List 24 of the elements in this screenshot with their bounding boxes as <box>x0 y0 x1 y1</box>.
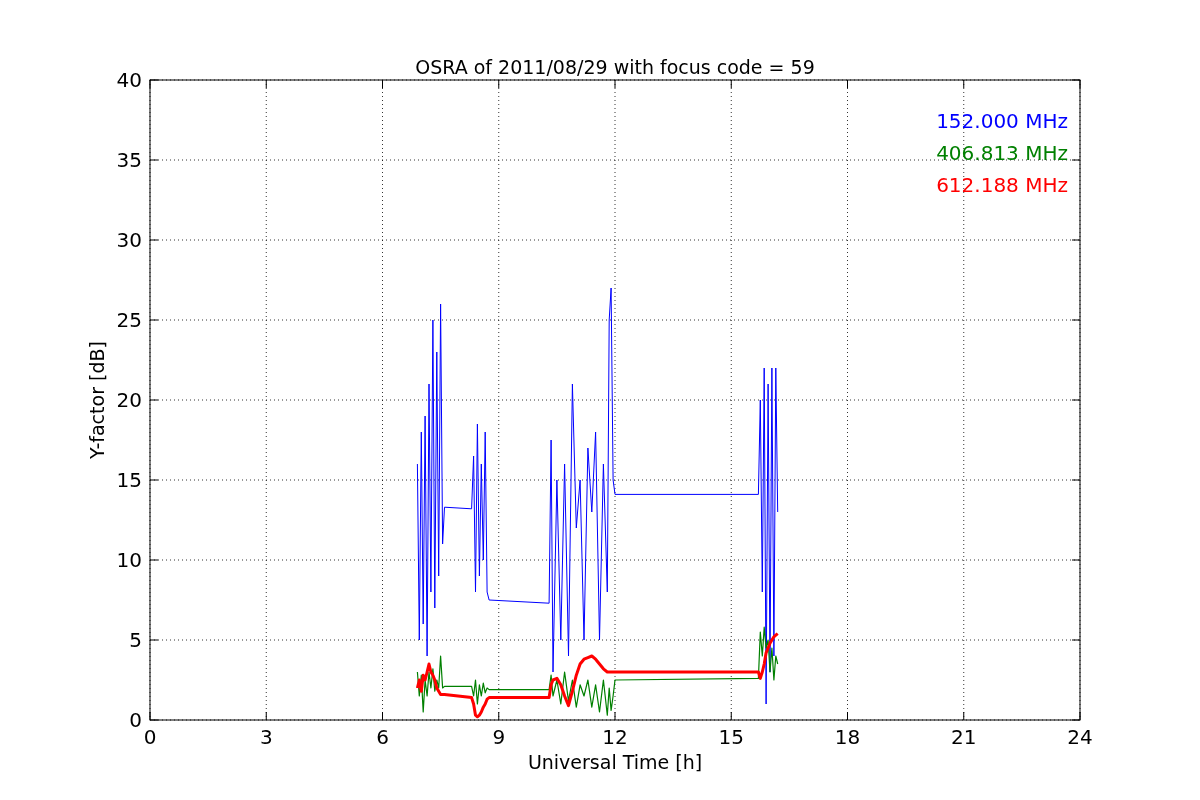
x-axis-label: Universal Time [h] <box>527 751 703 773</box>
x-tick-label: 18 <box>834 725 861 749</box>
y-tick-label: 5 <box>129 628 142 652</box>
x-tick-label: 21 <box>951 725 977 749</box>
y-tick-label: 20 <box>116 388 142 412</box>
x-tick-label: 9 <box>492 725 506 749</box>
x-tick-label: 6 <box>376 725 389 749</box>
x-tick-label: 0 <box>143 725 157 749</box>
y-tick-label: 25 <box>116 308 142 332</box>
y-tick-label: 35 <box>116 148 142 172</box>
y-tick-label: 10 <box>116 548 142 572</box>
x-tick-label: 24 <box>1067 725 1093 749</box>
y-tick-label: 40 <box>116 68 142 92</box>
chart-title: OSRA of 2011/08/29 with focus code = 59 <box>415 56 815 78</box>
y-axis-label: Y-factor [dB] <box>86 341 108 459</box>
legend-label: 612.188 MHz <box>936 173 1068 197</box>
legend-label: 152.000 MHz <box>936 109 1068 133</box>
y-tick-label: 30 <box>116 228 142 252</box>
x-tick-label: 12 <box>602 725 628 749</box>
y-tick-label: 0 <box>129 708 142 732</box>
legend-label: 406.813 MHz <box>936 141 1068 165</box>
x-tick-label: 3 <box>259 725 273 749</box>
y-tick-label: 15 <box>116 468 142 492</box>
x-tick-label: 15 <box>718 725 744 749</box>
